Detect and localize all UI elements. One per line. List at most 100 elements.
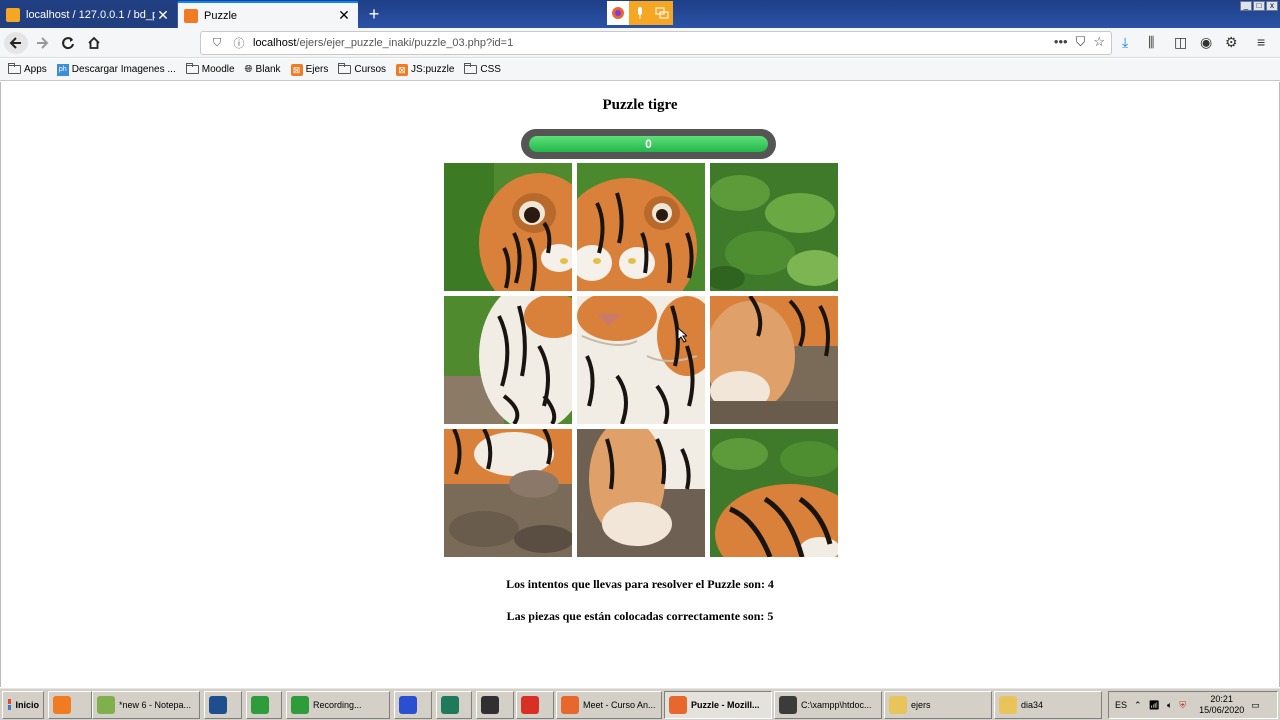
folder-icon (889, 696, 907, 714)
forward-button[interactable] (30, 32, 54, 54)
bookmark-moodle[interactable]: Moodle (185, 63, 235, 75)
tab-phpmyadmin[interactable]: localhost / 127.0.0.1 / bd_puzzle ✕ (0, 2, 178, 28)
language-indicator[interactable]: ES (1115, 700, 1127, 710)
puzzle-grid (444, 163, 838, 557)
extension-icon[interactable]: ⚙ (1225, 34, 1238, 51)
taskbar-item-8[interactable] (476, 691, 514, 719)
home-icon (88, 36, 100, 49)
security-icon[interactable]: ⛨ (1179, 700, 1186, 711)
taskbar-item-5[interactable]: Recording... (286, 691, 390, 719)
bookmark-descargar-imagenes[interactable]: ph Descargar Imagenes ... (56, 63, 176, 76)
more-actions-icon[interactable]: ••• (1054, 34, 1068, 50)
bookmark-ejers[interactable]: ⊠ Ejers (290, 63, 329, 76)
reload-button[interactable] (56, 32, 80, 54)
obs-icon (481, 696, 499, 714)
taskbar-item-10[interactable]: Meet - Curso An... (556, 691, 662, 719)
bookmark-label: Ejers (305, 64, 329, 75)
menu-icon[interactable]: ≡ (1257, 34, 1265, 50)
download-icon[interactable]: ⤓ (1122, 34, 1128, 51)
account-icon[interactable]: ◉ (1200, 34, 1212, 51)
info-icon[interactable]: ⓘ (231, 35, 247, 51)
puzzle-piece-9[interactable] (710, 429, 838, 557)
network-icon[interactable]: 📶︎ (1149, 700, 1160, 711)
taskbar-item-2[interactable]: *new 6 - Notepa... (92, 691, 200, 719)
taskbar-item-6[interactable] (394, 691, 432, 719)
taskbar-item-14[interactable]: dia34 (994, 691, 1102, 719)
url-bar[interactable]: ⛉ ⓘ localhost/ejers/ejer_puzzle_inaki/pu… (200, 31, 1112, 55)
photoshop-icon (209, 696, 227, 714)
taskbar-item-3[interactable] (204, 691, 242, 719)
leaves-image (710, 163, 838, 291)
firefox-icon (669, 696, 687, 714)
tiger-paw-on-rock-image (710, 296, 838, 424)
sidebar-icon[interactable]: ◫ (1174, 34, 1187, 51)
taskbar-item-7[interactable] (436, 691, 472, 719)
new-tab-button[interactable]: + (364, 3, 384, 25)
screen-share-icon[interactable] (651, 1, 673, 25)
back-button[interactable] (4, 32, 28, 54)
pocket-icon[interactable]: ⛉ (1076, 34, 1086, 50)
taskbar-item-9[interactable] (516, 691, 554, 719)
maximize-button[interactable]: □ (1253, 1, 1265, 11)
microphone-icon[interactable] (629, 1, 651, 25)
folder-icon (464, 63, 478, 74)
puzzle-piece-8[interactable] (577, 429, 705, 557)
chrome-icon (521, 696, 539, 714)
taskbar-item-label: dia34 (1021, 700, 1044, 710)
tab-puzzle[interactable]: Puzzle ✕ (178, 1, 358, 28)
folder-icon (185, 63, 199, 74)
puzzle-piece-2[interactable] (577, 163, 705, 291)
taskbar-item-13[interactable]: ejers (884, 691, 992, 719)
clock[interactable]: 20:21 15/06/2020 (1199, 694, 1244, 716)
xampp-icon: ⊠ (290, 63, 303, 76)
bookmark-label: JS:puzzle (411, 64, 455, 75)
show-desktop-icon[interactable]: ▭ (1251, 700, 1260, 711)
audacity-icon (399, 696, 417, 714)
taskbar-item-4[interactable] (246, 691, 282, 719)
tiger-paw-front-image (577, 429, 705, 557)
xampp-icon (184, 8, 198, 23)
start-button[interactable]: Inicio (2, 691, 44, 719)
home-button[interactable] (82, 32, 106, 54)
tiger-head-right-image (577, 163, 705, 291)
tiger-face-left-image (444, 296, 572, 424)
puzzle-piece-4[interactable] (444, 296, 572, 424)
tray-up-arrow-icon[interactable]: ⌃ (1134, 700, 1142, 711)
puzzle-piece-6[interactable] (710, 296, 838, 424)
bookmark-apps[interactable]: Apps (8, 63, 47, 75)
close-tab-icon[interactable]: ✕ (155, 7, 171, 24)
page-title: Puzzle tigre (602, 97, 678, 113)
close-tab-icon[interactable]: ✕ (336, 7, 352, 24)
bookmark-js-puzzle[interactable]: ⊠ JS:puzzle (396, 63, 455, 76)
puzzle-piece-1[interactable] (444, 163, 572, 291)
bookmark-star-icon[interactable]: ☆ (1093, 34, 1105, 50)
minimize-button[interactable]: _ (1240, 1, 1252, 11)
close-window-button[interactable]: x (1266, 1, 1278, 11)
taskbar-item-1[interactable] (48, 691, 92, 719)
puzzle-piece-5[interactable] (577, 296, 705, 424)
start-label: Inicio (15, 700, 39, 710)
progress-fill: 0 (529, 136, 768, 152)
recording-indicators (607, 1, 673, 25)
library-icon[interactable]: ⫼ (1148, 34, 1154, 51)
folder-icon (999, 696, 1017, 714)
volume-icon[interactable]: 🔈︎ (1167, 700, 1172, 711)
shield-icon[interactable]: ⛉ (209, 37, 225, 50)
tab-label: localhost / 127.0.0.1 / bd_puzzle (26, 9, 155, 21)
taskbar-item-label: C:\xampp\htdoc... (801, 700, 872, 710)
puzzle-piece-3[interactable] (710, 163, 838, 291)
apps-icon (8, 63, 21, 74)
ph-icon: ph (56, 63, 69, 76)
taskbar-item-label: Recording... (313, 700, 362, 710)
clock-date: 15/06/2020 (1199, 705, 1245, 715)
bookmarks-bar: Apps ph Descargar Imagenes ... Moodle 🌐︎ B… (0, 59, 1280, 81)
bookmark-css[interactable]: CSS (464, 63, 501, 75)
taskbar-item-11[interactable]: Puzzle - Mozill... (664, 691, 772, 719)
clock-time: 20:21 (1210, 694, 1233, 704)
taskbar-item-12[interactable]: C:\xampp\htdoc... (774, 691, 882, 719)
url-path: /ejers/ejer_puzzle_inaki/puzzle_03.php?i… (296, 37, 514, 49)
puzzle-piece-7[interactable] (444, 429, 572, 557)
xampp-icon (53, 696, 71, 714)
bookmark-blank[interactable]: 🌐︎ Blank (245, 64, 281, 75)
bookmark-cursos[interactable]: Cursos (338, 63, 386, 75)
